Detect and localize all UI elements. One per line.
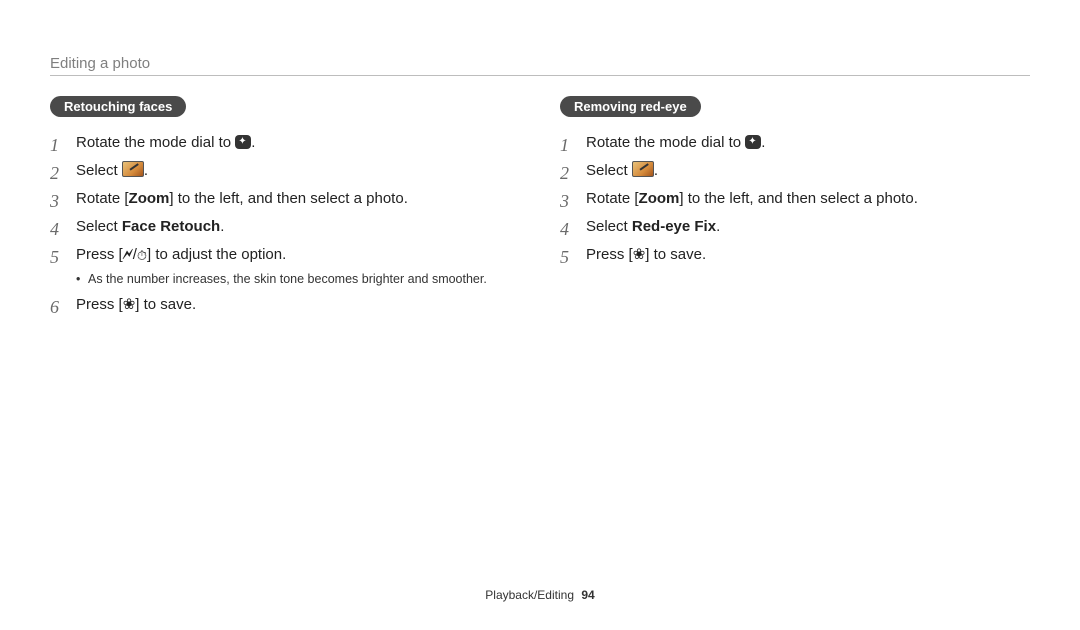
divider [50,75,1030,76]
step-text: . [251,134,255,151]
timer-icon: ⏱ [137,246,147,267]
zoom-label: Zoom [129,190,170,207]
flash-icon: 🗲 [123,246,133,263]
steps-red-eye: Rotate the mode dial to . Select . Rotat… [560,131,1030,267]
heading-retouching-faces: Retouching faces [50,96,186,117]
brush-icon [632,161,654,177]
note-text: As the number increases, the skin tone b… [76,269,520,289]
column-retouching-faces: Retouching faces Rotate the mode dial to… [50,96,520,321]
page-number: 94 [581,588,594,602]
step-text: ] to save. [135,296,196,313]
face-retouch-label: Face Retouch [122,218,220,235]
step-text: ] to the left, and then select a photo. [679,190,918,207]
step-text: . [144,162,148,179]
step-4: Select Face Retouch. [50,215,520,239]
column-removing-red-eye: Removing red-eye Rotate the mode dial to… [560,96,1030,321]
step-text: Rotate [ [586,190,639,207]
step-text: . [761,134,765,151]
step-5-note: As the number increases, the skin tone b… [76,269,520,289]
heading-removing-red-eye: Removing red-eye [560,96,701,117]
mode-dial-icon [235,135,251,149]
step-text: Press [ [76,246,123,263]
step-text: Select [76,162,122,179]
manual-page: Editing a photo Retouching faces Rotate … [0,0,1080,321]
flower-icon: ❀ [633,246,646,263]
step-text: Press [ [586,246,633,263]
step-text: Select [586,218,632,235]
red-eye-fix-label: Red-eye Fix [632,218,716,235]
step-text: Rotate [ [76,190,129,207]
mode-dial-icon [745,135,761,149]
step-text: Press [ [76,296,123,313]
zoom-label: Zoom [639,190,680,207]
step-2: Select . [50,159,520,183]
step-text: ] to adjust the option. [147,246,286,263]
step-text: ] to save. [645,246,706,263]
step-text: . [654,162,658,179]
content-columns: Retouching faces Rotate the mode dial to… [50,96,1030,321]
step-5: Press [❀] to save. [560,243,1030,267]
step-6: Press [❀] to save. [50,293,520,317]
step-text: Select [76,218,122,235]
step-text: . [220,218,224,235]
step-1: Rotate the mode dial to . [560,131,1030,155]
step-text: . [716,218,720,235]
step-text: ] to the left, and then select a photo. [169,190,408,207]
step-3: Rotate [Zoom] to the left, and then sele… [50,187,520,211]
brush-icon [122,161,144,177]
steps-retouching: Rotate the mode dial to . Select . Rotat… [50,131,520,317]
step-4: Select Red-eye Fix. [560,215,1030,239]
flower-icon: ❀ [123,296,136,313]
step-text: Select [586,162,632,179]
page-footer: Playback/Editing 94 [0,588,1080,602]
footer-section: Playback/Editing [485,588,574,602]
step-text: Rotate the mode dial to [76,134,235,151]
step-text: Rotate the mode dial to [586,134,745,151]
step-1: Rotate the mode dial to . [50,131,520,155]
step-5: Press [🗲/⏱] to adjust the option. As the… [50,243,520,289]
step-2: Select . [560,159,1030,183]
step-3: Rotate [Zoom] to the left, and then sele… [560,187,1030,211]
page-title: Editing a photo [50,55,1030,72]
